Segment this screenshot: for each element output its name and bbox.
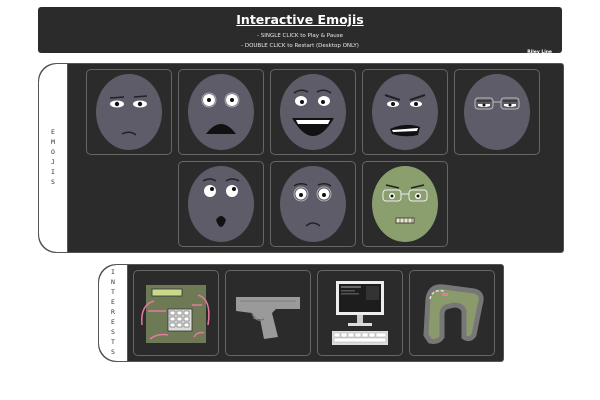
skeptical-face-icon [96,74,162,150]
emoji-card-tired[interactable] [454,69,540,155]
emoji-card-skeptical[interactable] [86,69,172,155]
laughing-face-icon [280,74,346,150]
emojis-label: EMOJIS [49,128,57,188]
pistol-icon [236,297,300,339]
emojis-panel: EMOJIS [38,63,564,253]
emoji-card-laughing[interactable] [270,69,356,155]
shocked-face-icon [188,74,254,150]
instruction-double-click: - DOUBLE CLICK to Restart (Desktop ONLY) [241,43,359,49]
emoji-card-surprised[interactable] [178,161,264,247]
page-title: Interactive Emojis [236,12,364,27]
sad-face-icon [280,166,346,242]
interests-panel: INTERESTS [98,264,504,362]
race-track-icon [423,284,484,344]
interest-card-race-track[interactable] [409,270,495,356]
interest-card-circuit[interactable] [133,270,219,356]
instruction-single-click: - SINGLE CLICK to Play & Pause [257,33,343,39]
emojis-side-label: EMOJIS [39,64,68,252]
emoji-card-angry[interactable] [362,69,448,155]
emoji-card-sick[interactable] [362,161,448,247]
interests-side-label: INTERESTS [99,265,128,361]
circuit-board-icon [141,285,210,343]
interest-card-pistol[interactable] [225,270,311,356]
computer-icon [332,281,388,345]
header-banner: Interactive Emojis - SINGLE CLICK to Pla… [38,7,562,55]
sick-face-icon [372,166,438,242]
interest-card-computer[interactable] [317,270,403,356]
tired-face-icon [464,74,530,150]
surprised-face-icon [188,166,254,242]
emoji-card-sad[interactable] [270,161,356,247]
angry-face-icon [372,74,438,150]
emoji-card-shocked[interactable] [178,69,264,155]
interests-label: INTERESTS [109,268,117,358]
author-name: Riley Line [527,50,552,55]
